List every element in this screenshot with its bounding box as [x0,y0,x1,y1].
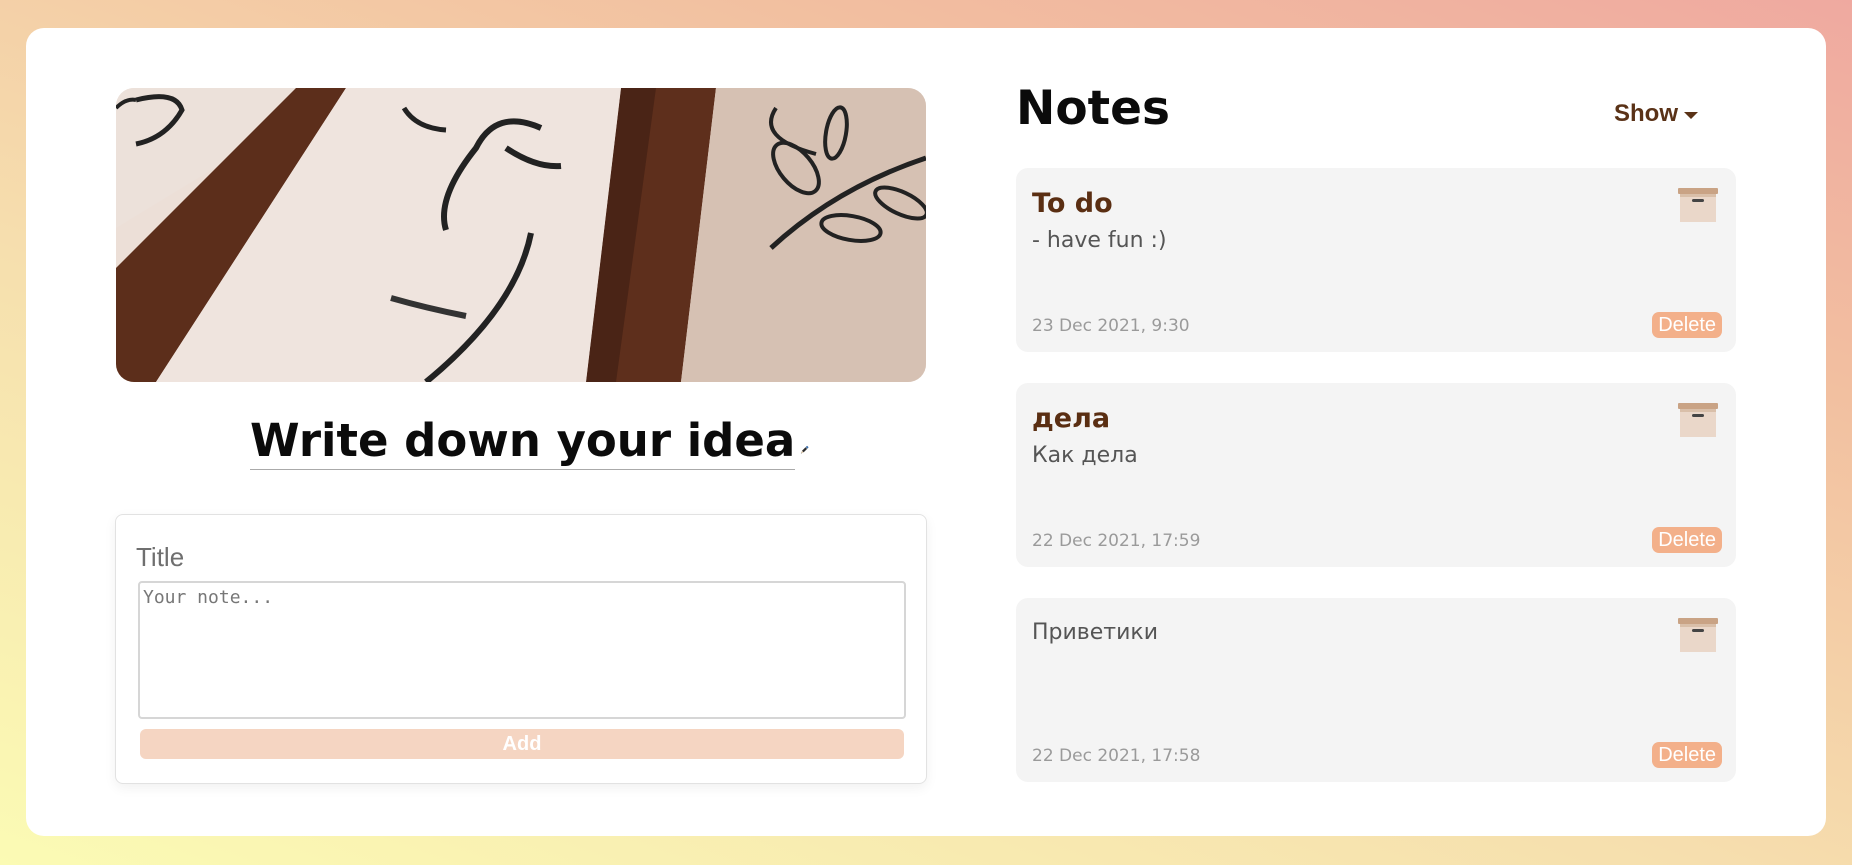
note-form: Add [115,514,927,784]
delete-button[interactable]: Delete [1652,742,1722,768]
note-textarea[interactable] [138,581,906,719]
archive-button[interactable] [1676,614,1720,654]
headline: Write down your idea [250,410,810,470]
archive-button[interactable] [1676,184,1720,224]
headline-text: Write down your idea [250,413,796,470]
archive-button[interactable] [1676,399,1720,439]
note-date: 23 Dec 2021, 9:30 [1032,316,1190,336]
note-card: To do - have fun :) 23 Dec 2021, 9:30 De… [1016,168,1736,352]
notes-list: To do - have fun :) 23 Dec 2021, 9:30 De… [1016,168,1736,813]
note-card: дела Как дела 22 Dec 2021, 17:59 Delete [1016,383,1736,567]
delete-button[interactable]: Delete [1652,527,1722,553]
note-date: 22 Dec 2021, 17:58 [1032,746,1201,766]
notes-title: Notes [1016,81,1170,136]
archive-box-icon [1678,188,1718,222]
add-button[interactable]: Add [140,729,904,759]
caret-down-icon [1684,111,1698,119]
note-date: 22 Dec 2021, 17:59 [1032,531,1201,551]
note-card: Приветики 22 Dec 2021, 17:58 Delete [1016,598,1736,782]
hero-illustration [116,88,926,382]
show-dropdown[interactable]: Show [1614,100,1698,128]
hero-image [116,88,926,382]
delete-button[interactable]: Delete [1652,312,1722,338]
pencil-icon [801,445,809,454]
archive-box-icon [1678,403,1718,437]
archive-box-icon [1678,618,1718,652]
note-body: Приветики [1032,620,1159,645]
note-body: Как дела [1032,443,1138,468]
show-label: Show [1614,100,1678,127]
note-body: - have fun :) [1032,228,1167,253]
title-input[interactable] [136,539,836,575]
note-title: дела [1032,403,1111,434]
main-card: Write down your idea Add Notes Show To d… [26,28,1826,836]
note-title: To do [1032,188,1113,219]
